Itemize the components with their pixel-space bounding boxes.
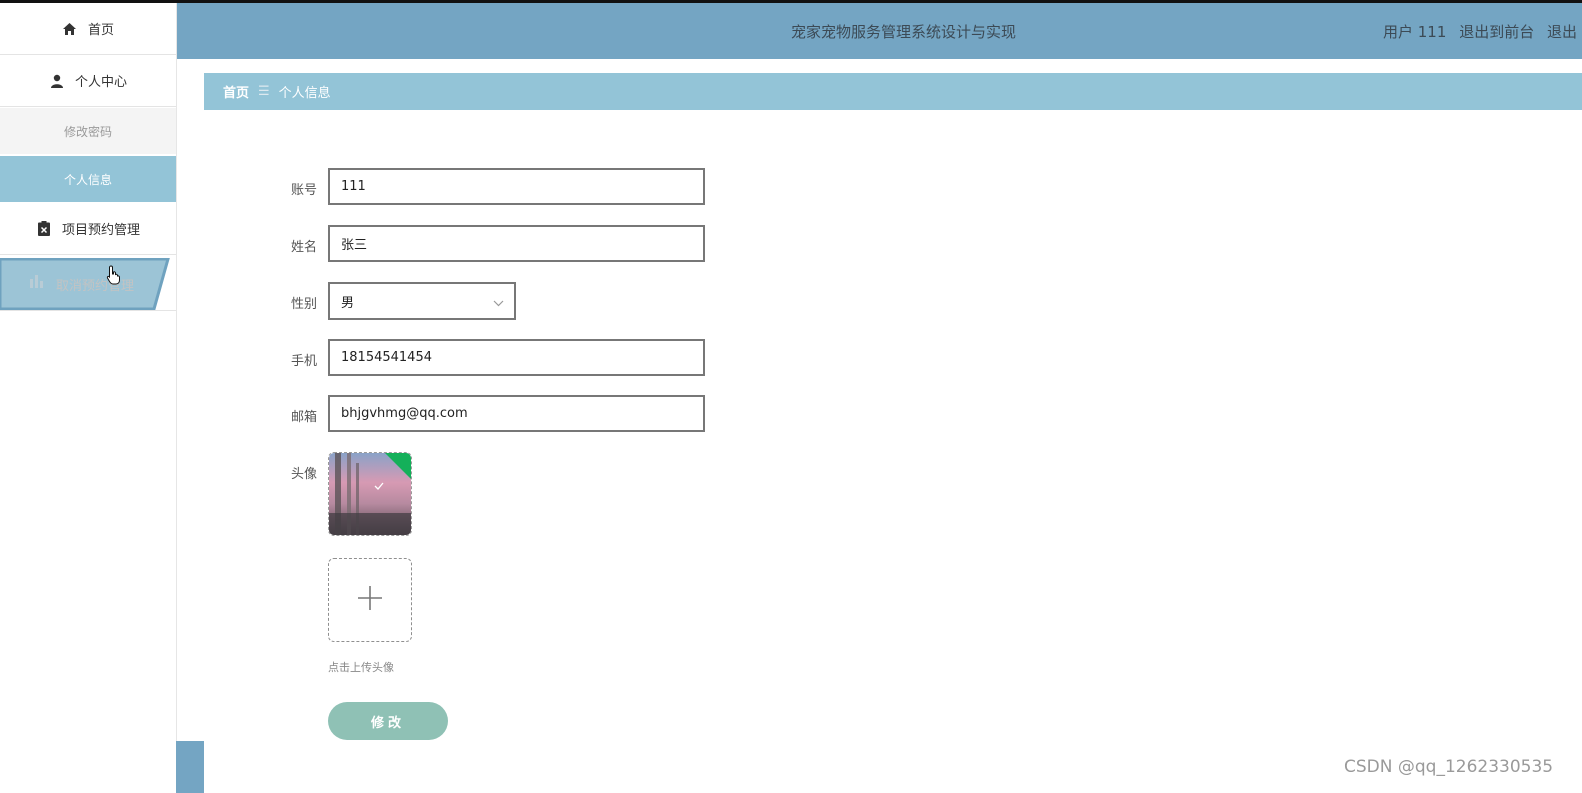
phone-label: 手机 xyxy=(291,354,318,369)
user-icon xyxy=(49,73,65,89)
avatar-label: 头像 xyxy=(291,467,318,482)
upload-avatar-button[interactable] xyxy=(328,558,412,642)
chevron-down-icon xyxy=(493,296,504,311)
breadcrumb-home[interactable]: 首页 xyxy=(223,82,249,101)
sidebar-divider xyxy=(0,310,176,311)
email-label: 邮箱 xyxy=(291,410,318,425)
sidebar-item-cancel-booking[interactable]: 取消预约管理 xyxy=(0,258,170,310)
clipboard-icon xyxy=(36,221,52,237)
plus-icon xyxy=(356,584,384,616)
hand-cursor-icon xyxy=(106,265,122,289)
gender-select[interactable]: 男 xyxy=(328,282,516,320)
header-user-area: 用户 111 退出到前台 退出 xyxy=(1383,21,1582,42)
gender-select-value: 男 xyxy=(341,295,355,311)
account-label: 账号 xyxy=(291,183,318,198)
sidebar-item-home[interactable]: 首页 xyxy=(0,3,176,55)
email-input[interactable]: bhjgvhmg@qq.com xyxy=(328,395,705,432)
sidebar: 首页 个人中心 修改密码 个人信息 项目预约管理 取消预约管理 xyxy=(0,3,177,793)
name-input[interactable]: 张三 xyxy=(328,225,705,262)
sidebar-item-label: 首页 xyxy=(87,23,114,38)
sidebar-sub-change-password[interactable]: 修改密码 xyxy=(0,108,176,154)
user-label: 用户 111 xyxy=(1383,23,1447,41)
sidebar-item-personal-center[interactable]: 个人中心 xyxy=(0,55,176,107)
breadcrumb: 首页 ☰ 个人信息 xyxy=(204,73,1582,110)
sidebar-item-label: 取消预约管理 xyxy=(56,279,135,294)
avatar-image xyxy=(329,453,411,535)
upload-tip: 点击上传头像 xyxy=(328,661,394,674)
app-title: 宠家宠物服务管理系统设计与实现 xyxy=(791,23,1017,41)
sidebar-item-label: 项目预约管理 xyxy=(61,223,140,238)
front-link[interactable]: 退出到前台 xyxy=(1459,23,1534,41)
chart-icon xyxy=(30,275,46,293)
phone-input[interactable]: 18154541454 xyxy=(328,339,705,376)
gender-label: 性别 xyxy=(291,297,318,312)
home-icon xyxy=(62,21,78,37)
sidebar-item-label: 个人中心 xyxy=(74,75,127,90)
submit-button[interactable]: 修改 xyxy=(328,702,448,740)
breadcrumb-separator-icon: ☰ xyxy=(258,84,270,99)
account-input[interactable]: 111 xyxy=(328,168,705,205)
watermark: CSDN @qq_1262330535 xyxy=(1344,757,1554,777)
sidebar-sub-personal-info[interactable]: 个人信息 xyxy=(0,156,176,202)
avatar-thumbnail[interactable] xyxy=(328,452,412,536)
sidebar-item-booking-management[interactable]: 项目预约管理 xyxy=(0,203,176,255)
sidebar-foot-block xyxy=(176,741,204,793)
breadcrumb-current: 个人信息 xyxy=(278,86,331,101)
top-header: 宠家宠物服务管理系统设计与实现 用户 111 退出到前台 退出 xyxy=(176,3,1582,59)
name-label: 姓名 xyxy=(291,240,318,255)
logout-link[interactable]: 退出 xyxy=(1547,23,1577,41)
